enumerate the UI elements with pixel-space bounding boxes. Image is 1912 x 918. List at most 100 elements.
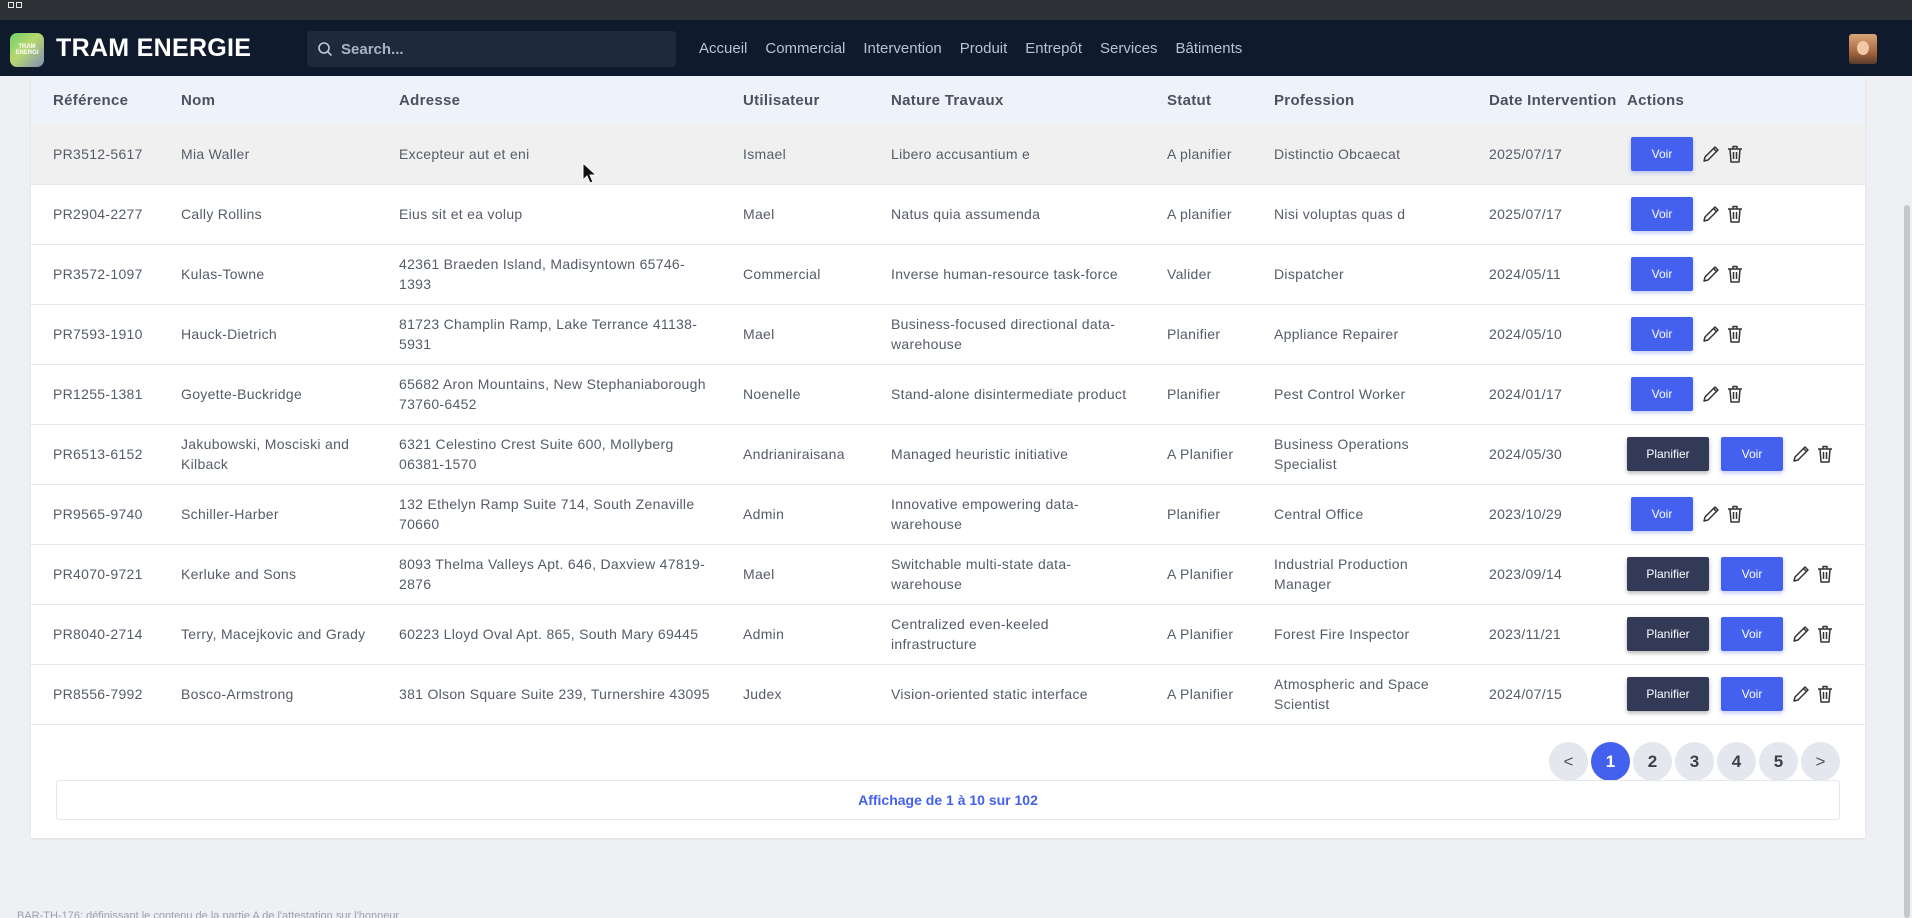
voir-button[interactable]: Voir [1631, 136, 1693, 171]
table-row[interactable]: PR3512-5617 Mia Waller Excepteur aut et en… [31, 124, 1865, 184]
cell-nom: Kerluke and Sons [181, 566, 297, 582]
col-nature-travaux[interactable]: Nature Travaux [869, 76, 1145, 124]
brand-logo[interactable]: TRAM ENERGI [10, 33, 44, 67]
page-prev-button[interactable]: < [1549, 742, 1588, 781]
delete-trash-icon[interactable] [1813, 442, 1837, 466]
voir-button[interactable]: Voir [1631, 497, 1693, 531]
edit-pencil-icon[interactable] [1699, 142, 1723, 166]
page-5-button[interactable]: 5 [1759, 742, 1798, 781]
edit-pencil-icon[interactable] [1699, 322, 1723, 346]
page-4-button[interactable]: 4 [1717, 742, 1756, 781]
delete-trash-icon[interactable] [1723, 502, 1747, 526]
search-input[interactable] [341, 40, 661, 58]
workspace-icon[interactable] [8, 2, 22, 8]
delete-trash-icon[interactable] [1813, 562, 1837, 586]
cell-utilisateur: Mael [743, 206, 775, 222]
cell-utilisateur: Mael [743, 566, 775, 582]
cell-reference: PR3512-5617 [53, 145, 143, 162]
edit-pencil-icon[interactable] [1789, 682, 1813, 706]
cell-adresse: 65682 Aron Mountains, New Stephaniaborou… [399, 376, 706, 412]
table-row[interactable]: PR3572-1097 Kulas-Towne 42361 Braeden Isla… [31, 244, 1865, 304]
cell-nom: Cally Rollins [181, 206, 262, 222]
nav-commercial[interactable]: Commercial [765, 40, 845, 57]
delete-trash-icon[interactable] [1723, 142, 1747, 166]
edit-pencil-icon[interactable] [1699, 382, 1723, 406]
table-row[interactable]: PR9565-9740 Schiller-Harber 132 Ethelyn Ra… [31, 484, 1865, 544]
cell-nom: Goyette-Buckridge [181, 386, 303, 402]
delete-trash-icon[interactable] [1723, 262, 1747, 286]
cell-adresse: 81723 Champlin Ramp, Lake Terrance 41138… [399, 316, 698, 352]
table-body: PR3512-5617 Mia Waller Excepteur aut et en… [31, 124, 1865, 724]
cell-adresse: 381 Olson Square Suite 239, Turnershire … [399, 686, 710, 702]
cell-nature-travaux: Libero accusantium e [891, 145, 1031, 162]
col-utilisateur[interactable]: Utilisateur [721, 76, 869, 124]
voir-button[interactable]: Voir [1631, 377, 1693, 411]
cell-adresse: Excepteur aut et eni [399, 145, 530, 162]
nav-produit[interactable]: Produit [960, 40, 1008, 57]
search-box[interactable] [307, 31, 676, 67]
planifier-button[interactable]: Planifier [1627, 617, 1709, 651]
delete-trash-icon[interactable] [1723, 322, 1747, 346]
voir-button[interactable]: Voir [1631, 257, 1693, 291]
cell-nature-travaux: Business-focused directional data-wareho… [891, 316, 1116, 352]
voir-button[interactable]: Voir [1721, 437, 1783, 471]
cell-actions: Voir [1627, 364, 1865, 424]
page-scrollbar[interactable] [1904, 205, 1910, 918]
nav-intervention[interactable]: Intervention [863, 40, 941, 57]
cell-nature-travaux: Inverse human-resource task-force [891, 266, 1118, 282]
voir-button[interactable]: Voir [1721, 677, 1783, 711]
edit-pencil-icon[interactable] [1699, 502, 1723, 526]
voir-button[interactable]: Voir [1721, 617, 1783, 651]
delete-trash-icon[interactable] [1813, 682, 1837, 706]
cell-actions: Planifier Voir [1627, 424, 1865, 484]
edit-pencil-icon[interactable] [1699, 202, 1723, 226]
col-adresse[interactable]: Adresse [377, 76, 721, 124]
pagination-summary: Affichage de 1 à 10 sur 102 [56, 780, 1840, 820]
planifier-button[interactable]: Planifier [1627, 677, 1709, 711]
nav-batiments[interactable]: Bâtiments [1176, 40, 1243, 57]
nav-entrepot[interactable]: Entrepôt [1025, 40, 1082, 57]
cell-nature-travaux: Natus quia assumenda [891, 206, 1041, 222]
cell-date: 2024/05/30 [1489, 446, 1563, 462]
edit-pencil-icon[interactable] [1789, 562, 1813, 586]
edit-pencil-icon[interactable] [1789, 622, 1813, 646]
page-3-button[interactable]: 3 [1675, 742, 1714, 781]
col-statut[interactable]: Statut [1145, 76, 1252, 124]
nav-accueil[interactable]: Accueil [699, 40, 747, 57]
table-row[interactable]: PR4070-9721 Kerluke and Sons 8093 Thelma V… [31, 544, 1865, 604]
cell-nom: Hauck-Dietrich [181, 326, 277, 342]
table-row[interactable]: PR2904-2277 Cally Rollins Eius sit et ea v… [31, 184, 1865, 244]
delete-trash-icon[interactable] [1723, 202, 1747, 226]
voir-button[interactable]: Voir [1631, 317, 1693, 351]
delete-trash-icon[interactable] [1723, 382, 1747, 406]
voir-button[interactable]: Voir [1631, 197, 1693, 231]
planifier-button[interactable]: Planifier [1627, 557, 1709, 591]
col-nom[interactable]: Nom [159, 76, 377, 124]
cell-actions: Planifier Voir [1627, 604, 1865, 664]
page-next-button[interactable]: > [1801, 742, 1840, 781]
pagination: < 1 2 3 4 5 > [1549, 742, 1843, 781]
table-row[interactable]: PR7593-1910 Hauck-Dietrich 81723 Champlin … [31, 304, 1865, 364]
cell-utilisateur: Mael [743, 326, 775, 342]
page-2-button[interactable]: 2 [1633, 742, 1672, 781]
edit-pencil-icon[interactable] [1699, 262, 1723, 286]
planifier-button[interactable]: Planifier [1627, 437, 1709, 471]
table-row[interactable]: PR6513-6152 Jakubowski, Mosciski and Kilb… [31, 424, 1865, 484]
page-1-button[interactable]: 1 [1591, 742, 1630, 781]
edit-pencil-icon[interactable] [1789, 442, 1813, 466]
table-row[interactable]: PR1255-1381 Goyette-Buckridge 65682 Aron M… [31, 364, 1865, 424]
user-avatar[interactable] [1849, 34, 1877, 64]
table-row[interactable]: PR8040-2714 Terry, Macejkovic and Grady 60… [31, 604, 1865, 664]
cell-statut: A Planifier [1167, 686, 1234, 702]
voir-button[interactable]: Voir [1721, 557, 1783, 591]
brand-name[interactable]: TRAM ENERGIE [56, 34, 251, 63]
table-row[interactable]: PR8556-7992 Bosco-Armstrong 381 Olson Squa… [31, 664, 1865, 724]
os-top-bar [0, 0, 1912, 20]
col-date-intervention[interactable]: Date Intervention [1467, 76, 1627, 124]
col-reference[interactable]: Référence [31, 76, 159, 124]
cell-nature-travaux: Vision-oriented static interface [891, 686, 1088, 702]
cell-statut: A Planifier [1167, 626, 1234, 642]
col-profession[interactable]: Profession [1252, 76, 1467, 124]
nav-services[interactable]: Services [1100, 40, 1158, 57]
delete-trash-icon[interactable] [1813, 622, 1837, 646]
